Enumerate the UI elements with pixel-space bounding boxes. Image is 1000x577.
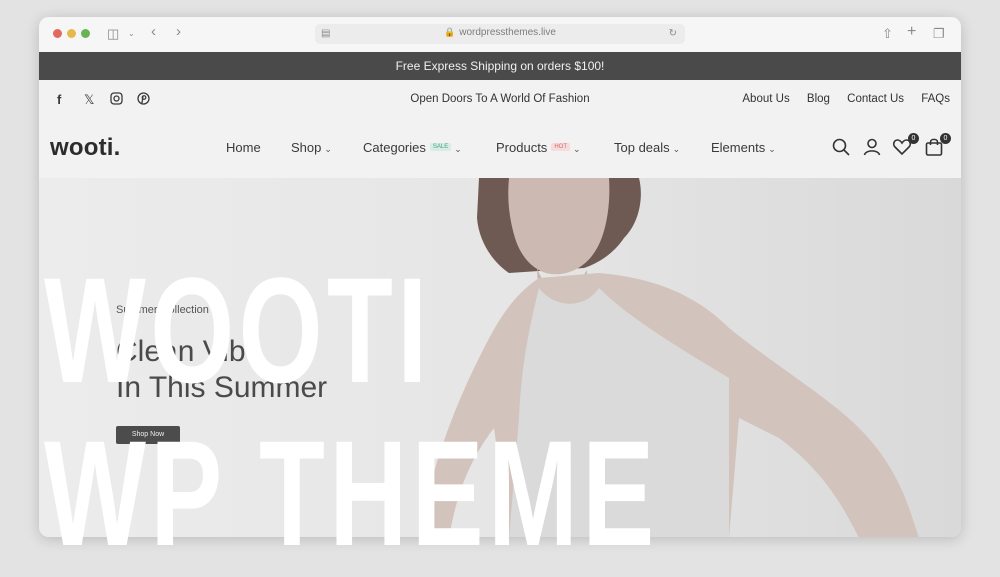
chevron-down-icon: ⌄ xyxy=(768,144,776,154)
sidebar-toggle-icon[interactable]: ◫ xyxy=(107,25,119,43)
address-bar[interactable]: ▤ 🔒 wordpressthemes.live ↻ xyxy=(315,24,685,44)
nav-home[interactable]: Home xyxy=(226,140,261,155)
zoom-window-button[interactable] xyxy=(81,29,90,38)
chevron-down-icon: ⌄ xyxy=(672,144,681,154)
wishlist-count: 0 xyxy=(908,133,919,144)
sale-badge: SALE xyxy=(429,142,452,151)
url-label: wordpressthemes.live xyxy=(459,27,556,38)
faqs-link[interactable]: FAQs xyxy=(921,93,950,105)
announcement-text: Free Express Shipping on orders $100! xyxy=(395,59,605,73)
about-us-link[interactable]: About Us xyxy=(742,93,789,105)
wishlist-icon[interactable]: 0 xyxy=(891,133,919,158)
lock-icon: 🔒 xyxy=(444,27,456,37)
nav-shop[interactable]: Shop ⌄ xyxy=(291,140,332,155)
overlay-title-line-1: WOOTI xyxy=(44,246,432,414)
close-window-button[interactable] xyxy=(53,29,62,38)
blog-link[interactable]: Blog xyxy=(807,93,830,105)
share-icon[interactable]: ⇧ xyxy=(882,25,893,43)
back-icon[interactable]: ‹ xyxy=(151,23,156,41)
chevron-down-icon: ⌄ xyxy=(324,144,332,154)
overlay-title-line-2: WP THEME xyxy=(44,409,659,577)
nav-categories-label: Categories xyxy=(363,140,426,155)
chevron-down-icon[interactable]: ⌄ xyxy=(128,25,135,43)
top-links: About Us Blog Contact Us FAQs xyxy=(728,93,950,105)
announcement-bar: Free Express Shipping on orders $100! xyxy=(39,52,961,80)
nav-top-deals[interactable]: Top deals ⌄ xyxy=(614,140,680,155)
url-text: 🔒 wordpressthemes.live xyxy=(315,27,685,38)
tab-overview-icon[interactable]: ❐ xyxy=(933,25,945,43)
nav-elements-label: Elements xyxy=(711,140,766,155)
reload-icon[interactable]: ↻ xyxy=(669,25,677,43)
nav-elements[interactable]: Elements ⌄ xyxy=(711,140,776,155)
nav-top-deals-label: Top deals xyxy=(614,140,670,155)
forward-icon[interactable]: › xyxy=(176,23,181,41)
new-tab-icon[interactable]: + xyxy=(907,23,916,41)
nav-home-label: Home xyxy=(226,140,261,155)
site-logo[interactable]: wooti. xyxy=(50,134,121,162)
cart-count: 0 xyxy=(940,133,951,144)
nav-categories[interactable]: Categories SALE ⌄ xyxy=(363,140,462,155)
nav-products-label: Products xyxy=(496,140,548,155)
minimize-window-button[interactable] xyxy=(67,29,76,38)
account-icon[interactable] xyxy=(861,136,883,158)
nav-products[interactable]: Products HOT ⌄ xyxy=(496,140,581,155)
chevron-down-icon: ⌄ xyxy=(454,144,462,154)
contact-us-link[interactable]: Contact Us xyxy=(847,93,904,105)
cart-icon[interactable]: 0 xyxy=(923,133,951,158)
nav-shop-label: Shop xyxy=(291,140,322,155)
hot-badge: HOT xyxy=(551,142,570,151)
browser-toolbar: ◫ ⌄ ‹ › ▤ 🔒 wordpressthemes.live ↻ ⇧ + ❐ xyxy=(39,17,961,53)
search-icon[interactable] xyxy=(830,136,852,158)
chevron-down-icon: ⌄ xyxy=(572,144,581,154)
top-bar: f 𝕏 Open Doors To A World Of Fashion Abo… xyxy=(39,80,961,121)
main-header: wooti. Home Shop ⌄ Categories SALE ⌄ Produc… xyxy=(39,120,961,178)
